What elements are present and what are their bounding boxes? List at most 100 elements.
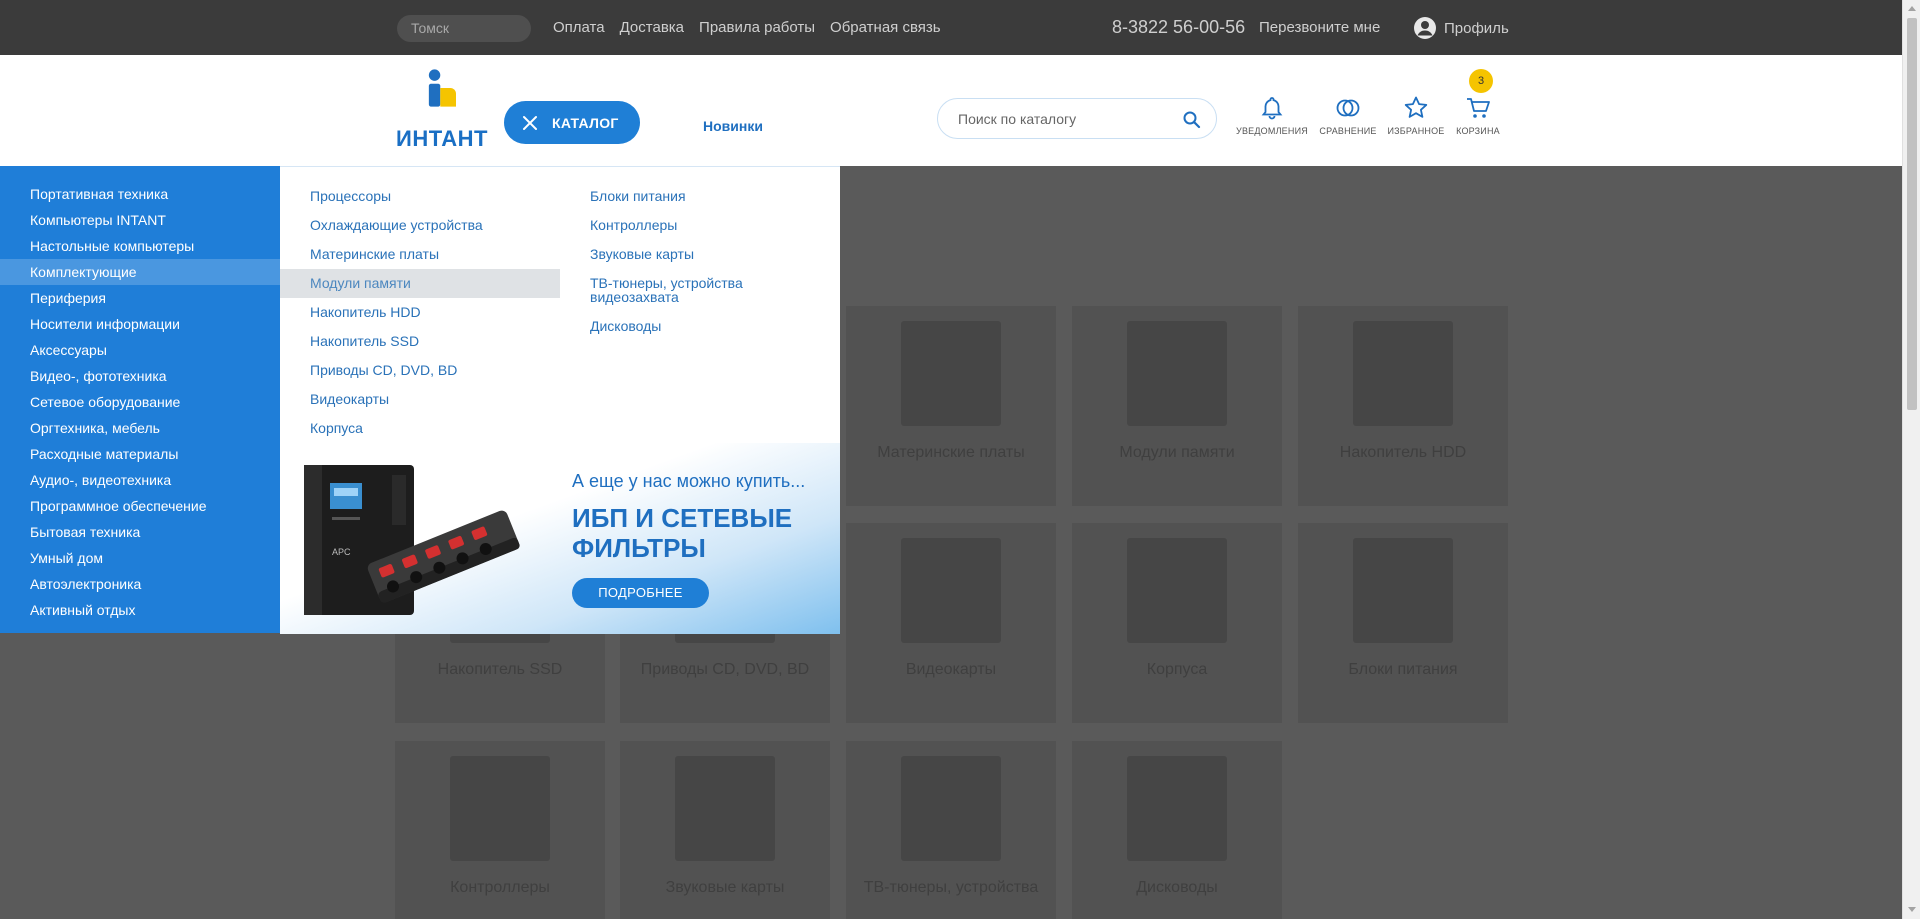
star-icon xyxy=(1404,96,1428,118)
phone-number[interactable]: 8-3822 56-00-56 xyxy=(1112,17,1245,38)
category-card-title: Блоки питания xyxy=(1348,661,1458,678)
controller-image xyxy=(450,756,550,861)
subcategory-memory[interactable]: Модули памяти xyxy=(280,269,560,298)
subcategory-hdd[interactable]: Накопитель HDD xyxy=(280,298,560,327)
scrollbar-thumb[interactable] xyxy=(1907,18,1917,410)
subcategory-floppy[interactable]: Дисководы xyxy=(590,312,810,341)
psu-image xyxy=(1353,538,1453,643)
category-consumables[interactable]: Расходные материалы xyxy=(0,441,280,467)
callback-link[interactable]: Перезвоните мне xyxy=(1259,19,1380,36)
cart-button[interactable]: КОРЗИНА xyxy=(1438,95,1518,136)
subcategory-column-2: Блоки питания Контроллеры Звуковые карты… xyxy=(590,182,810,341)
tv-tuner-image xyxy=(901,756,1001,861)
page-scrollbar[interactable] xyxy=(1902,0,1920,919)
category-card[interactable]: Дисководы xyxy=(1072,741,1282,919)
banner-subtitle: А еще у нас можно купить... xyxy=(572,471,806,491)
subcategory-motherboards[interactable]: Материнские платы xyxy=(280,240,560,269)
subcategory-optical[interactable]: Приводы CD, DVD, BD xyxy=(280,356,560,385)
header: ИНТАНТ КАТАЛОГ Новинки УВЕДОМЛЕНИЯ СРАВН… xyxy=(0,55,1902,166)
floppy-drive-image xyxy=(1127,756,1227,861)
catalog-button[interactable]: КАТАЛОГ xyxy=(504,101,640,144)
category-audio-video[interactable]: Аудио-, видеотехника xyxy=(0,467,280,493)
category-appliances[interactable]: Бытовая техника xyxy=(0,519,280,545)
subcategories-panel: Процессоры Охлаждающие устройства Матери… xyxy=(280,166,840,634)
scroll-up-arrow-icon[interactable] xyxy=(1908,6,1916,11)
category-video-photo[interactable]: Видео-, фототехника xyxy=(0,363,280,389)
notifications-label: УВЕДОМЛЕНИЯ xyxy=(1236,126,1308,136)
category-network[interactable]: Сетевое оборудование xyxy=(0,389,280,415)
category-card-title: Модули памяти xyxy=(1119,444,1235,461)
category-card-title: Контроллеры xyxy=(450,879,550,896)
search-icon[interactable] xyxy=(1182,110,1202,130)
profile-label: Профиль xyxy=(1444,19,1509,37)
category-card[interactable]: ТВ-тюнеры, устройства xyxy=(846,741,1056,919)
category-card[interactable]: Звуковые карты xyxy=(620,741,830,919)
banner-more-button[interactable]: ПОДРОБНЕЕ xyxy=(572,578,709,608)
top-nav-delivery[interactable]: Доставка xyxy=(620,19,684,36)
category-card-title: Звуковые карты xyxy=(665,879,785,896)
profile-link[interactable]: Профиль xyxy=(1413,16,1509,40)
subcategory-ssd[interactable]: Накопитель SSD xyxy=(280,327,560,356)
cart-icon xyxy=(1467,98,1490,118)
subcategory-cpu[interactable]: Процессоры xyxy=(280,182,560,211)
top-nav-feedback[interactable]: Обратная связь xyxy=(830,19,941,36)
category-desktops[interactable]: Настольные компьютеры xyxy=(0,233,280,259)
category-card[interactable]: Контроллеры xyxy=(395,741,605,919)
motherboard-image xyxy=(901,321,1001,426)
search-box xyxy=(937,98,1217,139)
case-image xyxy=(1127,538,1227,643)
category-peripherals[interactable]: Периферия xyxy=(0,285,280,311)
user-icon xyxy=(1414,17,1436,39)
cart-label: КОРЗИНА xyxy=(1456,126,1500,136)
category-portable[interactable]: Портативная техника xyxy=(0,181,280,207)
category-card[interactable]: Накопитель HDD xyxy=(1298,306,1508,506)
catalog-label: КАТАЛОГ xyxy=(552,114,619,131)
scroll-down-arrow-icon[interactable] xyxy=(1908,907,1916,912)
subcategory-cases[interactable]: Корпуса xyxy=(280,414,560,443)
city-selector[interactable]: Томск xyxy=(397,15,531,42)
category-card-title: Материнские платы xyxy=(877,444,1025,461)
subcategory-column-1: Процессоры Охлаждающие устройства Матери… xyxy=(280,182,560,443)
category-auto[interactable]: Автоэлектроника xyxy=(0,571,280,597)
category-card[interactable]: Видеокарты xyxy=(846,523,1056,723)
memory-image xyxy=(1127,321,1227,426)
logo-mark xyxy=(428,69,456,107)
category-smart-home[interactable]: Умный дом xyxy=(0,545,280,571)
promo-banner[interactable]: APC А еще у нас можно купить... ИБП И СЕ… xyxy=(280,443,840,634)
banner-title: ИБП И СЕТЕВЫЕ ФИЛЬТРЫ xyxy=(572,503,793,563)
category-card-title: Накопитель SSD xyxy=(437,661,563,678)
ups-product-image: APC xyxy=(304,465,520,615)
category-intant-computers[interactable]: Компьютеры INTANT xyxy=(0,207,280,233)
top-nav: Оплата Доставка Правила работы Обратная … xyxy=(553,0,941,55)
video-card-image xyxy=(901,538,1001,643)
category-office[interactable]: Оргтехника, мебель xyxy=(0,415,280,441)
category-card[interactable]: Модули памяти xyxy=(1072,306,1282,506)
subcategory-gpu[interactable]: Видеокарты xyxy=(280,385,560,414)
subcategory-tv-tuners[interactable]: ТВ-тюнеры, устройства видеозахвата xyxy=(590,269,810,312)
category-card[interactable]: Блоки питания xyxy=(1298,523,1508,723)
notifications-button[interactable]: УВЕДОМЛЕНИЯ xyxy=(1232,95,1312,136)
category-outdoor[interactable]: Активный отдых xyxy=(0,597,280,623)
search-input[interactable] xyxy=(958,109,1168,129)
category-storage-media[interactable]: Носители информации xyxy=(0,311,280,337)
subcategory-sound-cards[interactable]: Звуковые карты xyxy=(590,240,810,269)
top-nav-payment[interactable]: Оплата xyxy=(553,19,605,36)
sound-card-image xyxy=(675,756,775,861)
subcategory-psu[interactable]: Блоки питания xyxy=(590,182,810,211)
top-nav-rules[interactable]: Правила работы xyxy=(699,19,815,36)
category-card[interactable]: Материнские платы xyxy=(846,306,1056,506)
category-components[interactable]: Комплектующие xyxy=(0,259,280,285)
category-card[interactable]: Корпуса xyxy=(1072,523,1282,723)
bell-icon xyxy=(1261,97,1283,120)
category-card-title: Приводы CD, DVD, BD xyxy=(640,661,810,678)
hdd-image xyxy=(1353,321,1453,426)
category-software[interactable]: Программное обеспечение xyxy=(0,493,280,519)
catalog-categories: Портативная техника Компьютеры INTANT На… xyxy=(0,166,280,633)
top-bar: Томск Оплата Доставка Правила работы Обр… xyxy=(0,0,1902,55)
logo[interactable]: ИНТАНТ xyxy=(396,68,487,152)
subcategory-cooling[interactable]: Охлаждающие устройства xyxy=(280,211,560,240)
ups-brand: APC xyxy=(332,547,351,557)
novelties-link[interactable]: Новинки xyxy=(703,118,763,134)
category-accessories[interactable]: Аксессуары xyxy=(0,337,280,363)
subcategory-controllers[interactable]: Контроллеры xyxy=(590,211,810,240)
